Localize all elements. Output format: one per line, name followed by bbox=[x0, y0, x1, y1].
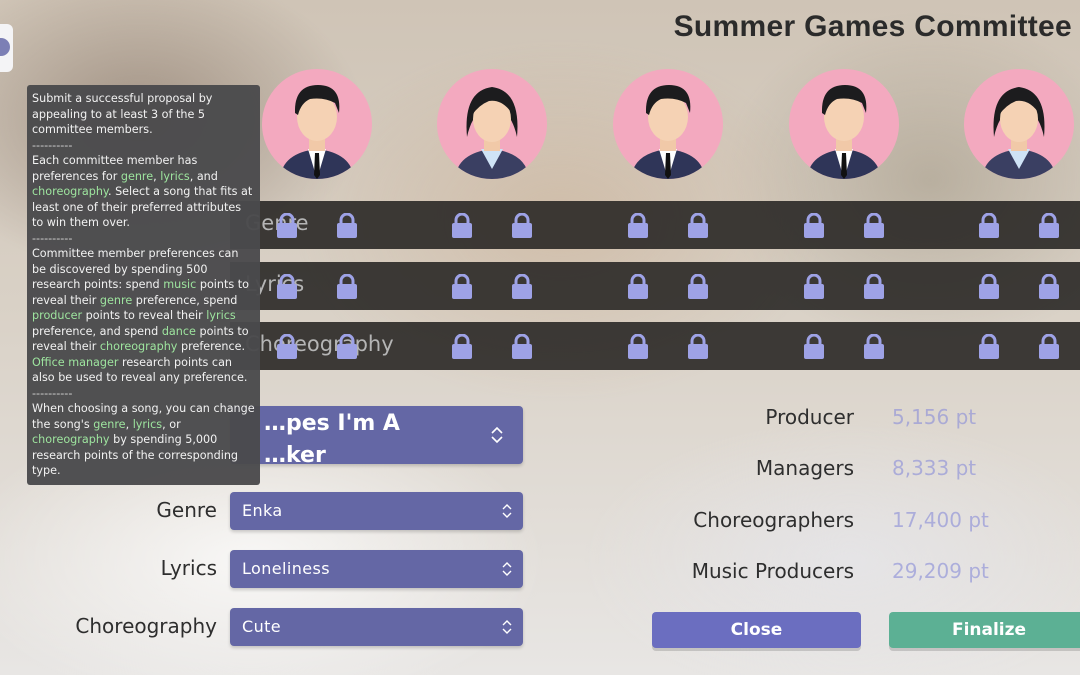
genre-select[interactable]: Enka bbox=[230, 492, 523, 530]
lyrics-select[interactable]: Loneliness bbox=[230, 550, 523, 588]
committee-member-avatar-4 bbox=[789, 69, 899, 179]
chevron-up-down-icon bbox=[490, 424, 504, 446]
close-button[interactable]: Close bbox=[652, 612, 861, 648]
producer-points-value: 5,156 pt bbox=[892, 405, 977, 429]
lyrics-label: Lyrics bbox=[160, 556, 217, 580]
padlock-icon[interactable] bbox=[336, 274, 358, 300]
padlock-icon[interactable] bbox=[863, 274, 885, 300]
padlock-icon[interactable] bbox=[1038, 334, 1060, 360]
chevron-up-down-icon bbox=[500, 616, 514, 638]
choreography-row-label: Choreography bbox=[245, 332, 394, 356]
padlock-icon[interactable] bbox=[803, 274, 825, 300]
padlock-icon[interactable] bbox=[863, 213, 885, 239]
tooltip-separator: ---------- bbox=[32, 386, 73, 400]
padlock-icon[interactable] bbox=[511, 274, 533, 300]
tooltip-separator: ---------- bbox=[32, 231, 73, 245]
padlock-icon[interactable] bbox=[451, 213, 473, 239]
song-title-line-2: …ker bbox=[264, 443, 326, 468]
padlock-icon[interactable] bbox=[276, 334, 298, 360]
side-panel-dot bbox=[0, 38, 10, 56]
tooltip-research: Committee member preferences can be disc… bbox=[32, 247, 249, 384]
padlock-icon[interactable] bbox=[687, 274, 709, 300]
padlock-icon[interactable] bbox=[511, 334, 533, 360]
tooltip-separator: ---------- bbox=[32, 138, 73, 152]
page-title: Summer Games Committee bbox=[673, 10, 1072, 43]
choreographers-points-label: Choreographers bbox=[693, 508, 854, 532]
choreography-select[interactable]: Cute bbox=[230, 608, 523, 646]
choreographers-points-value: 17,400 pt bbox=[892, 508, 989, 532]
padlock-icon[interactable] bbox=[336, 213, 358, 239]
padlock-icon[interactable] bbox=[336, 334, 358, 360]
chevron-up-down-icon bbox=[500, 558, 514, 580]
padlock-icon[interactable] bbox=[451, 274, 473, 300]
padlock-icon[interactable] bbox=[511, 213, 533, 239]
padlock-icon[interactable] bbox=[978, 213, 1000, 239]
finalize-button[interactable]: Finalize bbox=[889, 612, 1080, 648]
padlock-icon[interactable] bbox=[803, 334, 825, 360]
padlock-icon[interactable] bbox=[1038, 274, 1060, 300]
padlock-icon[interactable] bbox=[978, 334, 1000, 360]
padlock-icon[interactable] bbox=[978, 274, 1000, 300]
padlock-icon[interactable] bbox=[451, 334, 473, 360]
committee-member-avatar-1 bbox=[262, 69, 372, 179]
padlock-icon[interactable] bbox=[687, 334, 709, 360]
chevron-up-down-icon bbox=[500, 500, 514, 522]
padlock-icon[interactable] bbox=[276, 274, 298, 300]
song-title: …pes I'm A …ker bbox=[264, 408, 474, 472]
lyrics-value: Loneliness bbox=[242, 559, 330, 578]
padlock-icon[interactable] bbox=[687, 213, 709, 239]
committee-member-avatar-3 bbox=[613, 69, 723, 179]
choreography-label: Choreography bbox=[75, 614, 217, 638]
help-tooltip: Submit a successful proposal by appealin… bbox=[27, 85, 260, 485]
padlock-icon[interactable] bbox=[803, 213, 825, 239]
music-producers-points-value: 29,209 pt bbox=[892, 559, 989, 583]
song-select[interactable]: …pes I'm A …ker bbox=[230, 406, 523, 468]
committee-member-avatar-5 bbox=[964, 69, 1074, 179]
padlock-icon[interactable] bbox=[627, 334, 649, 360]
managers-points-value: 8,333 pt bbox=[892, 456, 977, 480]
managers-points-label: Managers bbox=[755, 456, 854, 480]
tooltip-change-song: When choosing a song, you can change the… bbox=[32, 402, 255, 477]
song-title-line-1: …pes I'm A bbox=[264, 411, 400, 436]
padlock-icon[interactable] bbox=[1038, 213, 1060, 239]
padlock-icon[interactable] bbox=[627, 274, 649, 300]
producer-points-label: Producer bbox=[765, 405, 854, 429]
padlock-icon[interactable] bbox=[863, 334, 885, 360]
padlock-icon[interactable] bbox=[276, 213, 298, 239]
side-panel-tab[interactable] bbox=[0, 24, 13, 72]
genre-label: Genre bbox=[156, 498, 217, 522]
choreography-value: Cute bbox=[242, 617, 282, 636]
music-producers-points-label: Music Producers bbox=[691, 559, 854, 583]
genre-value: Enka bbox=[242, 501, 283, 520]
padlock-icon[interactable] bbox=[627, 213, 649, 239]
tooltip-intro: Submit a successful proposal by appealin… bbox=[32, 92, 213, 136]
tooltip-preferences: Each committee member has preferences fo… bbox=[32, 154, 253, 229]
committee-member-avatar-2 bbox=[437, 69, 547, 179]
